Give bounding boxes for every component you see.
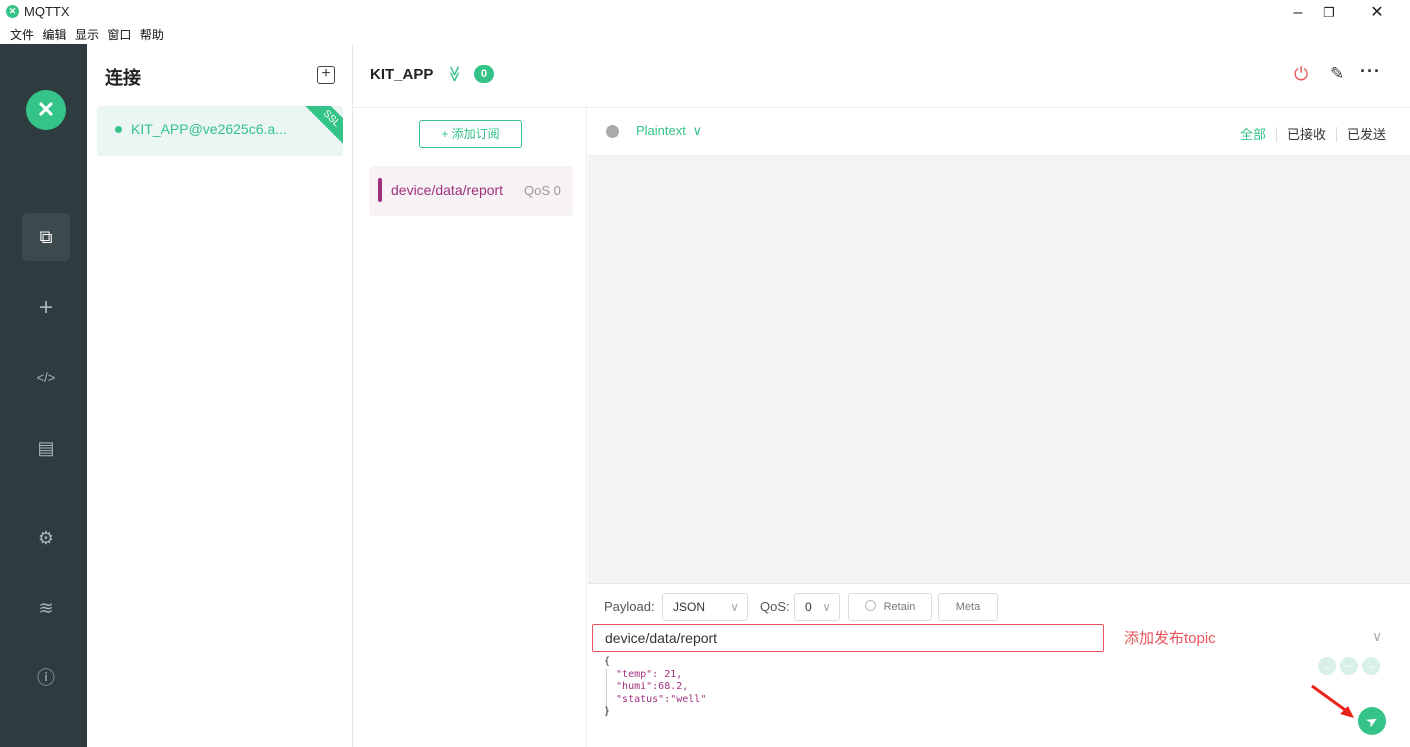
chevron-down-icon: ∨	[730, 600, 739, 614]
more-icon[interactable]: ···	[1360, 61, 1381, 82]
history-prev-icon[interactable]: ←	[1318, 657, 1336, 675]
payload-label: Payload:	[604, 599, 655, 614]
payload-format-select[interactable]: Plaintext ∨	[636, 123, 702, 139]
log-icon[interactable]: ▤	[22, 424, 70, 472]
minimize-button[interactable]: –	[1283, 2, 1313, 24]
send-button[interactable]: ➤	[1358, 707, 1386, 735]
add-subscription-button[interactable]: + 添加订阅	[419, 120, 522, 148]
messages-list	[588, 156, 1410, 583]
retain-label: Retain	[883, 601, 916, 613]
payload-type-select[interactable]: JSON ∨	[662, 593, 748, 621]
menu-file[interactable]: 文件	[10, 26, 34, 43]
subscription-topic: device/data/report	[391, 182, 504, 198]
about-icon[interactable]: ⓘ	[22, 654, 70, 702]
history-reset-icon[interactable]: –	[1340, 657, 1358, 675]
connections-title: 连接	[105, 68, 141, 88]
script-icon[interactable]: </>	[22, 354, 70, 402]
radio-icon	[864, 600, 876, 611]
payload-line: {	[604, 656, 611, 667]
meta-button[interactable]: Meta	[938, 593, 998, 621]
chevron-down-icon: ∨	[822, 600, 831, 614]
ssl-badge: SSL	[303, 106, 343, 147]
menu-help[interactable]: 帮助	[140, 26, 164, 43]
retain-toggle[interactable]: Retain	[848, 593, 932, 621]
status-dot-icon	[115, 126, 122, 133]
send-icon: ➤	[1362, 711, 1382, 731]
publish-panel: Payload: JSON ∨ QoS: 0 ∨ Retain Meta dev…	[588, 583, 1410, 747]
connection-title: KIT_APP	[370, 66, 434, 83]
payload-line: "status":"well"	[604, 693, 707, 705]
restore-button[interactable]: ❐	[1314, 2, 1344, 24]
payload-editor[interactable]: { "temp": 21, "humi":68.2, "status":"wel…	[604, 656, 706, 719]
menu-bar: 文件 编辑 显示 窗口 帮助	[0, 26, 1410, 44]
payload-line: }	[604, 706, 611, 717]
menu-window[interactable]: 窗口	[107, 26, 131, 43]
payload-line: "temp": 21,	[604, 668, 683, 680]
app-logo-icon: ✕	[6, 5, 19, 18]
title-bar: ✕ MQTTX – ❐ ✕	[0, 0, 1410, 26]
menu-edit[interactable]: 编辑	[42, 26, 66, 43]
publish-topic-input[interactable]: device/data/report	[592, 624, 1104, 652]
connection-header: KIT_APP ≫ 0 ⏻ ✎ ···	[354, 44, 1410, 108]
close-button[interactable]: ✕	[1362, 2, 1392, 24]
chevron-down-icon: ∨	[692, 123, 703, 138]
format-indicator-icon	[606, 125, 619, 138]
collapse-chevron-icon[interactable]: ≫	[444, 66, 464, 83]
annotation-text: 添加发布topic	[1124, 630, 1216, 647]
connection-name: KIT_APP@ve2625c6.a...	[131, 121, 287, 137]
disconnect-icon[interactable]: ⏻	[1294, 64, 1308, 85]
filter-all[interactable]: 全部	[1230, 127, 1276, 142]
qos-select[interactable]: 0 ∨	[794, 593, 840, 621]
left-nav: ✕ ⧉ + </> ▤ ⚙ ≋ ⓘ	[0, 44, 87, 747]
qos-value: 0	[805, 600, 812, 614]
connections-panel: 连接 + KIT_APP@ve2625c6.a... SSL	[87, 44, 353, 747]
window-title: MQTTX	[24, 4, 70, 19]
chevron-down-icon[interactable]: ∨	[1372, 628, 1382, 645]
filter-received[interactable]: 已接收	[1275, 127, 1336, 142]
message-count-badge: 0	[474, 65, 494, 83]
connections-icon[interactable]: ⧉	[22, 213, 70, 261]
settings-icon[interactable]: ⚙	[22, 514, 70, 562]
connection-item[interactable]: KIT_APP@ve2625c6.a... SSL	[97, 106, 343, 156]
mqttx-logo-icon: ✕	[26, 90, 66, 130]
topic-color-bar	[378, 178, 382, 202]
menu-view[interactable]: 显示	[75, 26, 99, 43]
filter-sent[interactable]: 已发送	[1335, 127, 1386, 142]
subscription-item[interactable]: device/data/report QoS 0	[369, 166, 573, 216]
messages-toolbar: Plaintext ∨ 全部 已接收 已发送	[588, 108, 1410, 156]
message-filters: 全部 已接收 已发送	[1230, 124, 1386, 143]
feed-icon[interactable]: ≋	[22, 584, 70, 632]
qos-label: QoS:	[760, 599, 790, 614]
payload-line: "humi":68.2,	[604, 681, 689, 692]
history-next-icon[interactable]: →	[1362, 657, 1380, 675]
payload-format-label: Plaintext	[636, 123, 686, 138]
add-connection-button[interactable]: +	[317, 66, 335, 84]
subscriptions-panel: + 添加订阅 device/data/report QoS 0	[354, 108, 587, 747]
subscription-qos: QoS 0	[524, 183, 561, 198]
new-connection-icon[interactable]: +	[22, 284, 70, 332]
edit-icon[interactable]: ✎	[1330, 64, 1344, 84]
annotation-arrow-icon	[1311, 684, 1354, 718]
payload-type-value: JSON	[673, 600, 706, 614]
